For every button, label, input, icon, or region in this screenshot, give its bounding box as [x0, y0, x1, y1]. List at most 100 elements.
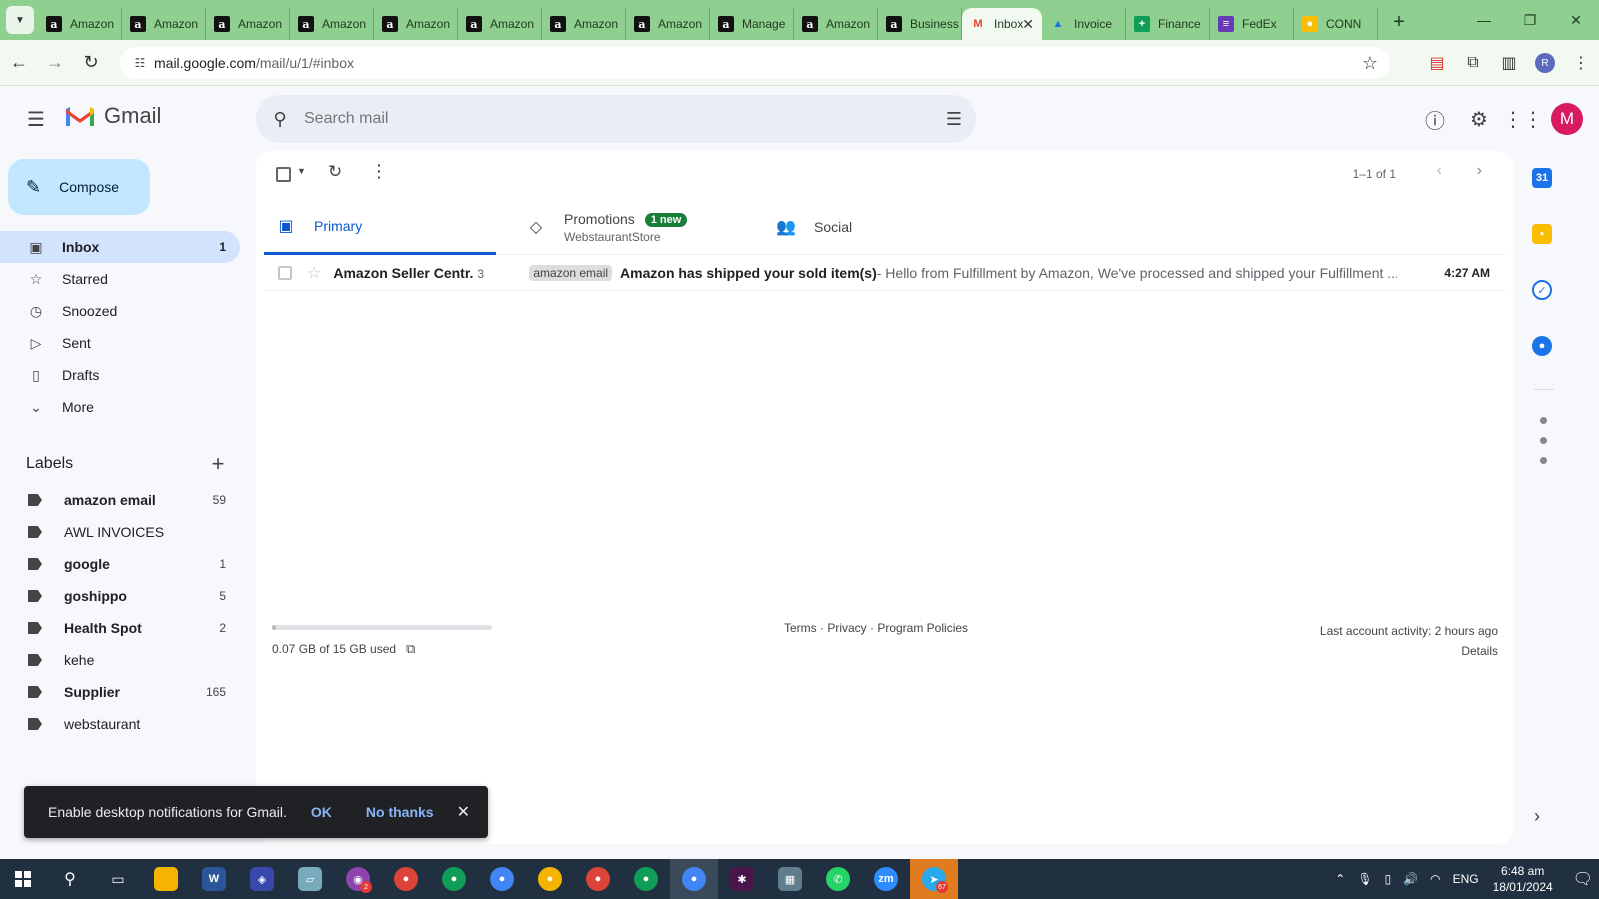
taskbar-calculator[interactable]: ▦: [766, 859, 814, 899]
tab-promotions[interactable]: ◇ Promotions 1 new WebstaurantStore: [514, 199, 746, 255]
footer-links[interactable]: Terms · Privacy · Program Policies: [784, 621, 968, 635]
calendar-icon[interactable]: 31: [1532, 168, 1552, 188]
label-item[interactable]: kehe: [0, 644, 240, 676]
search-options-icon[interactable]: ☰: [946, 109, 962, 130]
browser-tab[interactable]: a Amazon: [122, 8, 206, 40]
microphone-icon[interactable]: 🎙: [1357, 872, 1372, 886]
taskbar-app-shield[interactable]: ◈: [238, 859, 286, 899]
address-bar[interactable]: ☷ mail.google.com/mail/u/1/#inbox ☆: [120, 47, 1390, 79]
addon-dot-icon[interactable]: [1540, 437, 1547, 444]
taskbar-chrome[interactable]: ●: [478, 859, 526, 899]
taskbar-task-view[interactable]: ▭: [94, 859, 142, 899]
restore-button[interactable]: ❐: [1507, 0, 1553, 40]
older-page-icon[interactable]: ›: [1477, 162, 1482, 180]
tasks-icon[interactable]: ✓: [1532, 280, 1552, 300]
language-indicator[interactable]: ENG: [1453, 872, 1479, 886]
taskbar-search[interactable]: ⚲: [46, 859, 94, 899]
browser-tab[interactable]: ▲ Invoice: [1042, 8, 1126, 40]
browser-tab[interactable]: + Finance: [1126, 8, 1210, 40]
tab-primary[interactable]: ▣ Primary: [264, 199, 496, 255]
chevron-up-icon[interactable]: ⌃: [1335, 872, 1345, 886]
addon-dot-icon[interactable]: [1540, 417, 1547, 424]
taskbar-chrome[interactable]: ●: [382, 859, 430, 899]
close-window-button[interactable]: ✕: [1553, 0, 1599, 40]
external-link-icon[interactable]: ⧉: [406, 641, 415, 657]
contacts-icon[interactable]: ●: [1532, 336, 1552, 356]
select-all-checkbox[interactable]: [276, 167, 291, 182]
browser-tab[interactable]: a Amazon: [38, 8, 122, 40]
table-row[interactable]: ☆ Amazon Seller Centr. 3 amazon email Ama…: [264, 255, 1506, 291]
taskbar-chrome[interactable]: ●: [526, 859, 574, 899]
browser-tab[interactable]: a Amazon: [542, 8, 626, 40]
gear-icon[interactable]: ⚙: [1457, 99, 1501, 139]
sidebar-item-starred[interactable]: ☆ Starred: [0, 263, 240, 295]
taskbar-chrome[interactable]: ●: [430, 859, 478, 899]
create-label-button[interactable]: +: [204, 451, 232, 477]
sidebar-item-inbox[interactable]: ▣ Inbox 1: [0, 231, 240, 263]
browser-tab[interactable]: a Amazon: [458, 8, 542, 40]
message-label-chip[interactable]: amazon email: [529, 264, 613, 281]
taskbar-chrome-active[interactable]: ●: [670, 859, 718, 899]
details-link[interactable]: Details: [1320, 641, 1498, 661]
taskbar-word[interactable]: W: [190, 859, 238, 899]
close-tab-icon[interactable]: ✕: [1022, 16, 1034, 33]
sidebar-item-snoozed[interactable]: ◷ Snoozed: [0, 295, 240, 327]
label-item[interactable]: AWL INVOICES: [0, 516, 240, 548]
puzzle-icon[interactable]: ⧉: [1455, 54, 1491, 72]
browser-tab[interactable]: a Amazon: [290, 8, 374, 40]
browser-tab[interactable]: a Manage: [710, 8, 794, 40]
browser-tab[interactable]: a Amazon: [206, 8, 290, 40]
chevron-right-icon[interactable]: ›: [1534, 806, 1540, 827]
label-item[interactable]: Supplier 165: [0, 676, 240, 708]
taskbar-app-chat[interactable]: ◉ 2: [334, 859, 382, 899]
label-item[interactable]: amazon email 59: [0, 484, 240, 516]
account-avatar[interactable]: M: [1551, 103, 1583, 135]
notifications-icon[interactable]: 🗨: [1573, 869, 1593, 889]
new-tab-button[interactable]: +: [1384, 7, 1414, 37]
gmail-logo[interactable]: Gmail: [64, 103, 161, 129]
back-button[interactable]: ←: [2, 46, 36, 80]
help-icon[interactable]: ⓘ: [1413, 99, 1457, 139]
tab-search-button[interactable]: ▼: [6, 6, 34, 34]
browser-tab[interactable]: M Inbox ✕: [962, 8, 1042, 40]
taskbar-chrome[interactable]: ●: [574, 859, 622, 899]
browser-tab[interactable]: ≡ FedEx: [1210, 8, 1294, 40]
taskbar-explorer[interactable]: [142, 859, 190, 899]
taskbar-slack[interactable]: ✱: [718, 859, 766, 899]
sidebar-item-more[interactable]: ⌄ More: [0, 391, 240, 423]
battery-icon[interactable]: ▯: [1385, 872, 1392, 886]
newer-page-icon[interactable]: ‹: [1437, 162, 1442, 180]
label-item[interactable]: google 1: [0, 548, 240, 580]
main-menu-button[interactable]: ☰: [20, 103, 52, 135]
addon-dot-icon[interactable]: [1540, 457, 1547, 464]
taskbar-telegram[interactable]: ➤ 67: [910, 859, 958, 899]
start-button[interactable]: [0, 859, 46, 899]
search-icon[interactable]: ⚲: [256, 109, 304, 130]
close-icon[interactable]: ✕: [457, 802, 470, 822]
forward-button[interactable]: →: [38, 46, 72, 80]
search-input[interactable]: [304, 110, 904, 128]
sidebar-item-drafts[interactable]: ▯ Drafts: [0, 359, 240, 391]
site-info-icon[interactable]: ☷: [126, 56, 154, 70]
taskbar-whatsapp[interactable]: ✆: [814, 859, 862, 899]
apps-grid-icon[interactable]: ⋮⋮: [1501, 99, 1545, 139]
kebab-menu-icon[interactable]: ⋮: [1563, 53, 1599, 73]
browser-tab[interactable]: a Amazon: [626, 8, 710, 40]
side-panel-icon[interactable]: ▥: [1491, 53, 1527, 73]
keep-icon[interactable]: ▪: [1532, 224, 1552, 244]
snackbar-no-thanks-button[interactable]: No thanks: [366, 804, 434, 820]
reload-button[interactable]: ↻: [74, 46, 108, 80]
message-checkbox[interactable]: [278, 265, 292, 280]
wifi-icon[interactable]: ◠: [1430, 872, 1440, 886]
star-icon[interactable]: ☆: [307, 263, 321, 283]
tab-social[interactable]: 👥 Social: [764, 199, 996, 255]
taskbar-zoom[interactable]: zm: [862, 859, 910, 899]
browser-tab[interactable]: a Business: [878, 8, 962, 40]
taskbar-app-notes[interactable]: ▱: [286, 859, 334, 899]
clock[interactable]: 6:48 am 18/01/2024: [1493, 863, 1553, 895]
minimize-button[interactable]: —: [1461, 0, 1507, 40]
browser-tab[interactable]: ● CONN: [1294, 8, 1378, 40]
compose-button[interactable]: ✎ Compose: [8, 159, 150, 215]
sidebar-item-sent[interactable]: ▷ Sent: [0, 327, 240, 359]
bookmark-star-icon[interactable]: ☆: [1362, 53, 1378, 74]
